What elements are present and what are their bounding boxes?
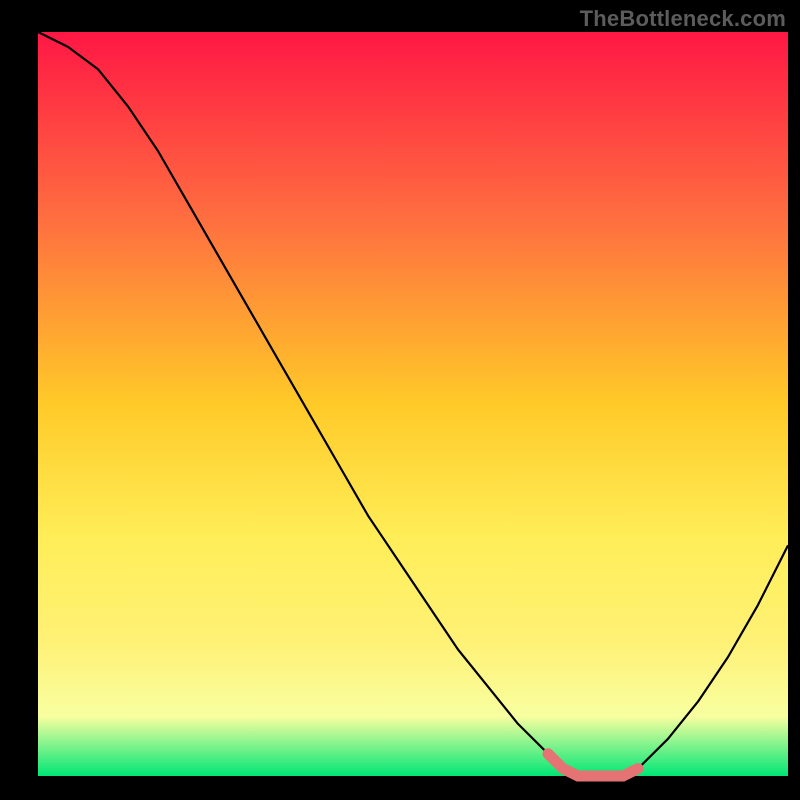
- chart-stage: TheBottleneck.com: [0, 0, 800, 800]
- plot-background: [38, 32, 788, 776]
- bottleneck-chart: [0, 0, 800, 800]
